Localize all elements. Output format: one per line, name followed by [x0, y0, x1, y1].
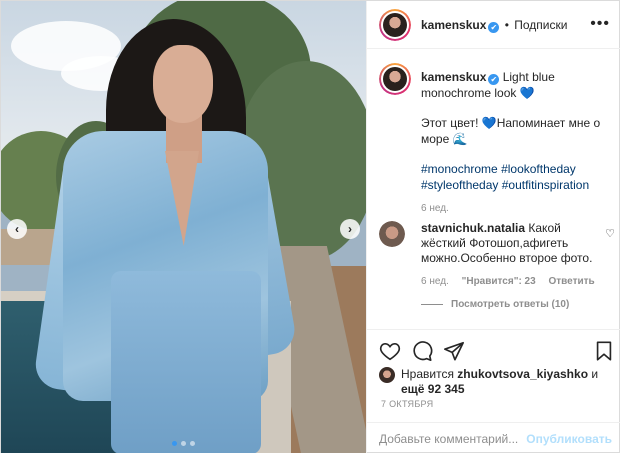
heart-icon[interactable]: [379, 340, 401, 362]
carousel-prev-button[interactable]: ‹: [7, 219, 27, 239]
view-replies-button[interactable]: Посмотреть ответы (10): [421, 299, 569, 310]
carousel-next-button[interactable]: ›: [340, 219, 360, 239]
author-line: kamenskux ✔ • Подписки: [421, 18, 567, 33]
carousel-dot: [172, 441, 177, 446]
author-avatar[interactable]: [379, 9, 411, 41]
comment-likes-count[interactable]: "Нравится": 23: [462, 276, 536, 287]
action-bar: [367, 329, 620, 369]
post-side-panel: kamenskux ✔ • Подписки ••• kamenskux ✔ Lig…: [366, 1, 620, 453]
comment-body: stavnichuk.natalia Какой жёсткий Фотошоп…: [421, 221, 596, 266]
caption-username[interactable]: kamenskux: [421, 70, 486, 84]
carousel-dot: [190, 441, 195, 446]
reply-button[interactable]: Ответить: [548, 276, 594, 287]
carousel-dots: [1, 441, 366, 446]
verified-badge-icon: ✔: [488, 74, 500, 85]
instagram-post: ‹ › kamenskux ✔ • Подписки ••• kamenskux ✔: [0, 0, 620, 453]
caption-body: kamenskux ✔ Light blue monochrome look 💙 …: [421, 69, 611, 217]
share-icon[interactable]: [443, 340, 465, 362]
hashtag-link[interactable]: #outfitinspiration: [502, 178, 589, 192]
photo-face: [153, 45, 213, 123]
carousel-dot: [181, 441, 186, 446]
liker-username[interactable]: zhukovtsova_kiyashko: [457, 367, 588, 381]
photo-pants: [111, 271, 261, 453]
post-header: kamenskux ✔ • Подписки •••: [367, 1, 620, 49]
liker-avatar[interactable]: [379, 367, 395, 383]
following-button[interactable]: Подписки: [514, 18, 567, 32]
comment-meta: 6 нед. "Нравится": 23 Ответить: [421, 276, 605, 287]
more-options-icon[interactable]: •••: [590, 15, 610, 33]
likes-prefix: Нравится: [401, 367, 454, 381]
hashtag-link[interactable]: #monochrome: [421, 162, 498, 176]
post-photo[interactable]: ‹ ›: [1, 1, 366, 453]
caption-timestamp[interactable]: 6 нед.: [421, 201, 611, 217]
add-comment-bar: Опубликовать: [367, 422, 620, 453]
view-replies-label: Посмотреть ответы (10): [451, 299, 570, 310]
publish-button[interactable]: Опубликовать: [526, 432, 612, 446]
hashtag-link[interactable]: #lookoftheday: [501, 162, 576, 176]
header-separator: •: [504, 18, 509, 32]
bookmark-icon[interactable]: [593, 340, 615, 362]
comment-input[interactable]: [379, 431, 539, 447]
hashtag-link[interactable]: #styleoftheday: [421, 178, 498, 192]
post-date[interactable]: 7 ОКТЯБРЯ: [381, 399, 433, 409]
caption-line-2: Этот цвет! 💙Напоминает мне о море 🌊: [421, 116, 601, 146]
comment-like-heart-icon[interactable]: ♡: [605, 227, 615, 240]
likes-conjunction: и: [591, 367, 599, 381]
commenter-avatar[interactable]: [379, 221, 405, 247]
caption-avatar[interactable]: [379, 63, 411, 95]
commenter-username[interactable]: stavnichuk.natalia: [421, 221, 525, 235]
verified-badge-icon: ✔: [488, 22, 500, 33]
replies-line-icon: [421, 303, 443, 305]
comment-timestamp[interactable]: 6 нед.: [421, 276, 449, 287]
author-username[interactable]: kamenskux: [421, 18, 486, 32]
likes-count[interactable]: ещё 92 345: [401, 382, 465, 396]
comment-icon[interactable]: [411, 340, 433, 362]
